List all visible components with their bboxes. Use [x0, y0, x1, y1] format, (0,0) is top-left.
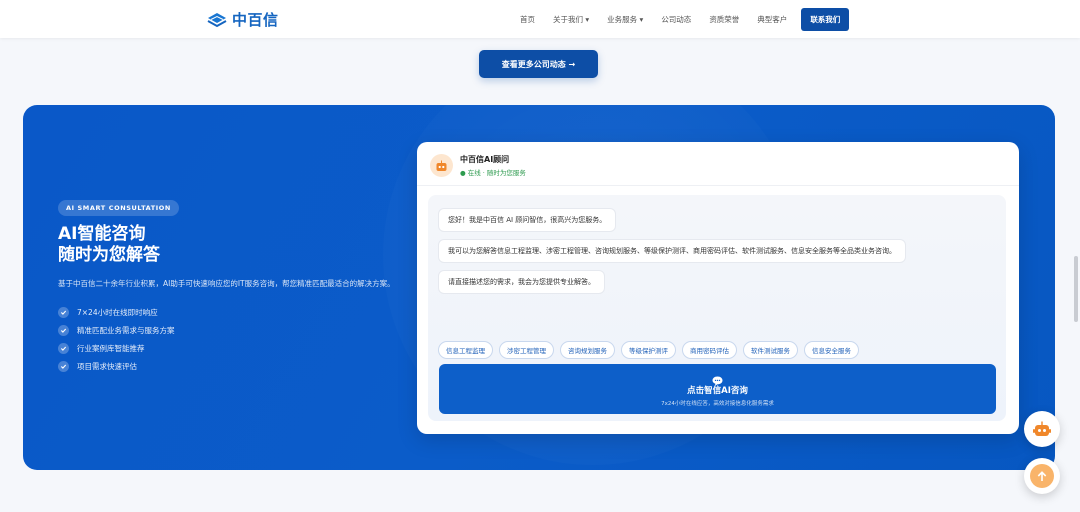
robot-icon — [430, 154, 453, 177]
check-circle-icon — [58, 342, 69, 354]
check-circle-icon — [58, 360, 69, 372]
topic-chip[interactable]: 等级保护测评 — [621, 341, 676, 359]
chat-header: 中百信AI顾问 ● 在线 · 随时为您服务 — [417, 142, 1019, 186]
feature-list: 7×24小时在线即时响应 精准匹配业务需求与服务方案 行业案例库智能推荐 项目需… — [58, 303, 408, 375]
check-circle-icon — [58, 306, 69, 318]
bot-status: ● 在线 · 随时为您服务 — [460, 169, 526, 177]
quick-topics: 信息工程监理 涉密工程管理 咨询规划服务 等级保护测评 商用密码评估 软件测试服… — [438, 341, 859, 359]
topic-chip[interactable]: 涉密工程管理 — [499, 341, 554, 359]
section-badge: AI SMART CONSULTATION — [58, 200, 179, 216]
back-to-top-button[interactable] — [1024, 458, 1060, 494]
chat-messages: 您好！我是中百信 AI 顾问智信，很高兴为您服务。 我可以为您解答信息工程监理、… — [428, 195, 1006, 421]
floating-ai-button[interactable] — [1024, 411, 1060, 447]
topic-chip[interactable]: 商用密码评估 — [682, 341, 737, 359]
contact-us-button[interactable]: 联系我们 — [801, 7, 850, 31]
start-ai-consult-button[interactable]: 点击智信AI咨询 7x24小时在线应答，高效对接信息化服务需求 — [439, 364, 996, 414]
nav-clients[interactable]: 典型客户 — [757, 14, 787, 25]
chat-bubble-icon — [439, 371, 996, 386]
feature-label: 精准匹配业务需求与服务方案 — [77, 325, 175, 335]
bot-message: 请直接描述您的需求，我会为您提供专业解答。 — [438, 270, 605, 294]
nav-honors[interactable]: 资质荣誉 — [709, 14, 739, 25]
main-nav: 首页 关于我们 ▾ 业务服务 ▾ 公司动态 资质荣誉 典型客户 联系我们 — [520, 0, 850, 38]
nav-home[interactable]: 首页 — [520, 14, 535, 25]
consult-intro: AI SMART CONSULTATION AI智能咨询 随时为您解答 基于中百… — [58, 195, 408, 375]
more-news-button[interactable]: 查看更多公司动态 → — [479, 50, 598, 78]
title-line-2: 随时为您解答 — [58, 245, 160, 265]
consult-button-subtitle: 7x24小时在线应答，高效对接信息化服务需求 — [661, 401, 774, 407]
feature-item: 行业案例库智能推荐 — [58, 339, 408, 357]
ai-consult-section: AI SMART CONSULTATION AI智能咨询 随时为您解答 基于中百… — [23, 105, 1055, 470]
bot-message: 我可以为您解答信息工程监理、涉密工程管理、咨询规划服务、等级保护测评、商用密码评… — [438, 239, 906, 263]
arrow-up-icon — [1030, 464, 1054, 488]
site-header: 中百信 首页 关于我们 ▾ 业务服务 ▾ 公司动态 资质荣誉 典型客户 联系我们 — [0, 0, 1080, 38]
robot-icon — [1033, 421, 1051, 436]
page-scrollbar[interactable] — [1074, 256, 1078, 322]
feature-item: 7×24小时在线即时响应 — [58, 303, 408, 321]
feature-label: 行业案例库智能推荐 — [77, 343, 145, 353]
chat-window: 中百信AI顾问 ● 在线 · 随时为您服务 您好！我是中百信 AI 顾问智信，很… — [417, 142, 1019, 434]
consult-button-title: 点击智信AI咨询 — [687, 386, 748, 396]
brand-logo[interactable]: 中百信 — [206, 9, 279, 30]
section-title: AI智能咨询 随时为您解答 — [58, 224, 408, 266]
title-line-1: AI智能咨询 — [58, 224, 146, 244]
feature-item: 项目需求快速评估 — [58, 357, 408, 375]
nav-services[interactable]: 业务服务 ▾ — [607, 14, 643, 25]
logo-icon — [207, 12, 227, 27]
section-description: 基于中百信二十余年行业积累，AI助手可快速响应您的IT服务咨询，帮您精准匹配最适… — [58, 279, 395, 288]
feature-item: 精准匹配业务需求与服务方案 — [58, 321, 408, 339]
topic-chip[interactable]: 咨询规划服务 — [560, 341, 615, 359]
topic-chip[interactable]: 信息安全服务 — [804, 341, 859, 359]
feature-label: 7×24小时在线即时响应 — [77, 307, 158, 317]
bot-name: 中百信AI顾问 — [460, 155, 510, 164]
check-circle-icon — [58, 324, 69, 336]
nav-news[interactable]: 公司动态 — [661, 14, 691, 25]
topic-chip[interactable]: 软件测试服务 — [743, 341, 798, 359]
bot-message: 您好！我是中百信 AI 顾问智信，很高兴为您服务。 — [438, 208, 617, 232]
brand-name: 中百信 — [232, 11, 279, 29]
nav-about[interactable]: 关于我们 ▾ — [553, 14, 589, 25]
feature-label: 项目需求快速评估 — [77, 361, 137, 371]
topic-chip[interactable]: 信息工程监理 — [438, 341, 493, 359]
